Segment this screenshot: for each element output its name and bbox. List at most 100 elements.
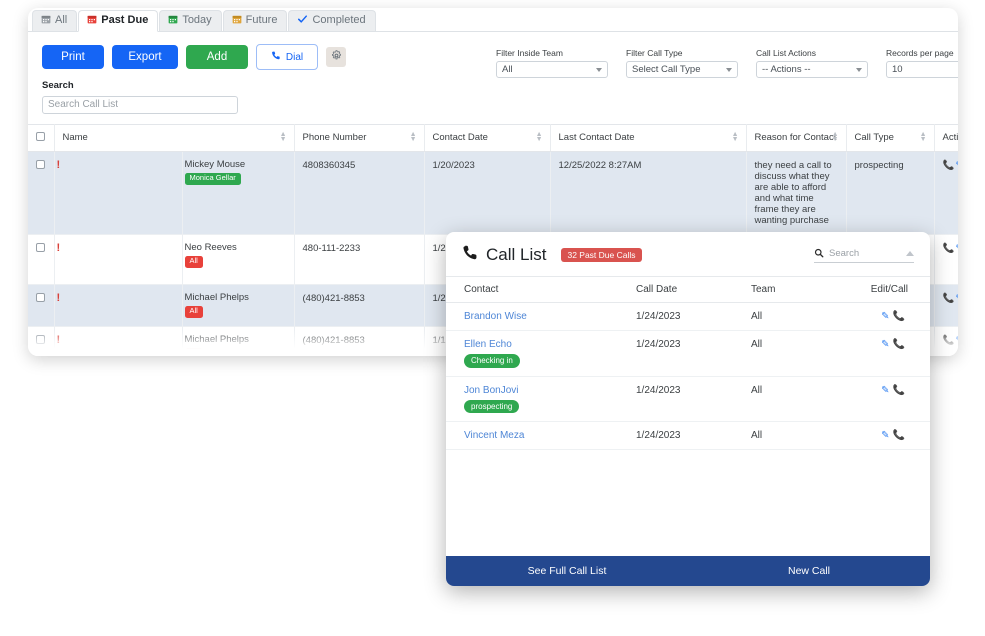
modal-title-label: Call List	[486, 245, 547, 264]
tab-completed[interactable]: Completed	[288, 10, 376, 31]
phone-icon[interactable]: 📞	[943, 335, 956, 346]
list-item[interactable]: Brandon Wise 1/24/2023 All ✎📞	[446, 302, 930, 331]
pencil-icon[interactable]: ✎	[881, 339, 892, 350]
contact-date-cell: 1/20/2023	[424, 151, 551, 235]
phone-icon[interactable]: 📞	[893, 311, 908, 322]
sort-icon: ▲ ▼	[535, 130, 543, 144]
checkbox-icon[interactable]	[36, 292, 45, 302]
tab-all[interactable]: All	[32, 10, 78, 31]
call-list-actions-select[interactable]: -- Actions --	[756, 61, 868, 78]
filter-label: Records per page	[886, 48, 954, 58]
phone-icon[interactable]: 📞	[893, 339, 908, 350]
select-all-header[interactable]	[28, 123, 55, 152]
past-due-badge: 32 Past Due Calls	[561, 247, 642, 263]
modal-call-date: 1/24/2023	[636, 302, 751, 331]
print-button[interactable]: Print	[42, 44, 104, 70]
team-badge: Monica Gellar	[184, 172, 241, 185]
row-checkbox-cell[interactable]	[28, 151, 55, 235]
tab-label: Completed	[312, 14, 366, 26]
calendar-icon	[232, 14, 242, 27]
name-cell: Michael Phelps All	[182, 284, 295, 327]
filter-label: Filter Inside Team	[496, 48, 563, 58]
header-reason-for-contact[interactable]: Reason for Contact ▲ ▼	[746, 123, 847, 152]
modal-search-input[interactable]	[829, 248, 893, 259]
dial-button[interactable]: Dial	[256, 44, 318, 70]
contact-link[interactable]: Brandon Wise	[464, 311, 527, 322]
checkbox-icon[interactable]	[36, 159, 45, 169]
dial-label: Dial	[285, 51, 304, 63]
list-item[interactable]: Jon BonJovi prospecting 1/24/2023 All ✎📞	[446, 376, 930, 423]
modal-contact-cell: Brandon Wise	[446, 302, 636, 331]
call-list-modal: Call List 32 Past Due Calls Contact Call…	[446, 232, 930, 586]
header-name[interactable]: Name ▲ ▼	[54, 123, 295, 152]
filter-call-type-select[interactable]: Select Call Type	[626, 61, 738, 78]
pencil-icon[interactable]: ✎	[881, 311, 892, 322]
checkbox-icon[interactable]	[36, 334, 45, 344]
header-contact-date[interactable]: Contact Date ▲ ▼	[424, 123, 551, 152]
row-checkbox-cell[interactable]	[28, 284, 55, 327]
header-label: Name	[62, 132, 88, 143]
modal-contact-cell: Vincent Meza	[446, 421, 636, 451]
settings-gear-button[interactable]	[326, 47, 346, 67]
table-row[interactable]: ! Mickey Mouse Monica Gellar 4808360345 …	[28, 151, 958, 235]
checkbox-icon[interactable]	[36, 131, 45, 141]
phone-cell: 4808360345	[294, 151, 425, 235]
records-per-page: Records per page 10	[886, 48, 958, 78]
see-full-call-list-button[interactable]: See Full Call List	[446, 556, 688, 586]
phone-icon[interactable]: 📞	[943, 243, 956, 254]
contact-link[interactable]: Jon BonJovi	[464, 385, 518, 396]
row-actions: 📞✎📅🗑	[934, 284, 958, 327]
chevron-down-icon	[856, 67, 862, 72]
records-per-page-select[interactable]: 10	[886, 61, 958, 78]
phone-icon[interactable]: 📞	[943, 160, 956, 171]
sort-icon: ▲ ▼	[409, 130, 417, 144]
phone-icon[interactable]: 📞	[943, 293, 956, 304]
search-input[interactable]	[42, 95, 238, 114]
contact-name: Michael Phelps	[184, 291, 249, 303]
row-checkbox-cell[interactable]	[28, 326, 55, 356]
header-phone-number[interactable]: Phone Number ▲ ▼	[294, 123, 425, 152]
pencil-icon[interactable]: ✎	[881, 385, 892, 396]
new-call-button[interactable]: New Call	[688, 556, 930, 586]
row-checkbox-cell[interactable]	[28, 234, 55, 285]
contact-link[interactable]: Vincent Meza	[464, 430, 524, 441]
modal-search[interactable]	[814, 248, 914, 263]
header-call-type[interactable]: Call Type ▲ ▼	[846, 123, 935, 152]
modal-row-actions: ✎📞	[846, 421, 930, 451]
pencil-icon[interactable]: ✎	[955, 335, 958, 346]
calendar-icon	[41, 14, 51, 27]
modal-header-contact: Contact	[446, 276, 636, 303]
phone-icon[interactable]: 📞	[893, 430, 908, 441]
pencil-icon[interactable]: ✎	[955, 160, 958, 171]
modal-title: Call List 32 Past Due Calls	[462, 244, 642, 266]
filter-inside-team-select[interactable]: All	[496, 61, 608, 78]
priority-cell: !	[54, 284, 183, 327]
calendar-icon	[168, 14, 178, 27]
checkbox-icon[interactable]	[36, 242, 45, 252]
export-button[interactable]: Export	[112, 44, 178, 70]
tab-past-due[interactable]: Past Due	[78, 10, 159, 32]
gear-icon	[331, 50, 342, 64]
header-label: Action	[942, 132, 959, 143]
list-item[interactable]: Vincent Meza 1/24/2023 All ✎📞	[446, 421, 930, 451]
tab-future[interactable]: Future	[222, 10, 288, 31]
modal-call-date: 1/24/2023	[636, 330, 751, 377]
pencil-icon[interactable]: ✎	[881, 430, 892, 441]
chevron-up-icon[interactable]	[906, 251, 914, 256]
list-item[interactable]: Ellen Echo Checking in 1/24/2023 All ✎📞	[446, 330, 930, 377]
contact-link[interactable]: Ellen Echo	[464, 339, 512, 350]
chevron-down-icon	[596, 67, 602, 72]
pencil-icon[interactable]: ✎	[955, 243, 958, 254]
modal-call-date: 1/24/2023	[636, 421, 751, 451]
tab-today[interactable]: Today	[159, 10, 222, 31]
header-last-contact-date[interactable]: Last Contact Date ▲ ▼	[550, 123, 747, 152]
pencil-icon[interactable]: ✎	[955, 293, 958, 304]
phone-icon[interactable]: 📞	[893, 385, 908, 396]
add-button[interactable]: Add	[186, 44, 248, 70]
phone-icon	[271, 50, 282, 64]
team-badge: All	[184, 348, 203, 356]
tab-bar: All Past Due Today Future Completed	[28, 8, 958, 32]
modal-team: All	[751, 421, 846, 451]
filter-label: Filter Call Type	[626, 48, 683, 58]
modal-team: All	[751, 302, 846, 331]
